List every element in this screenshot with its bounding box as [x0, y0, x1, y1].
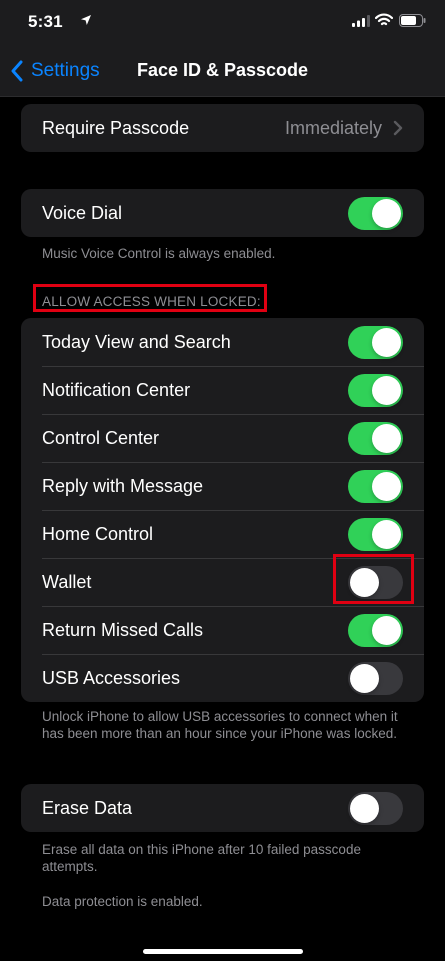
voice-dial-label: Voice Dial	[42, 202, 123, 223]
allow-access-header: ALLOW ACCESS WHEN LOCKED:	[42, 294, 261, 309]
locked-item-return-missed-calls: Return Missed Calls	[21, 606, 424, 654]
control-center-toggle[interactable]	[348, 422, 403, 455]
toggle-knob	[350, 664, 379, 693]
home-control-toggle[interactable]	[348, 518, 403, 551]
locked-item-control-center: Control Center	[21, 414, 424, 462]
wallet-label: Wallet	[42, 571, 92, 592]
wallet-toggle-highlight-box	[333, 554, 414, 604]
reply-with-message-label: Reply with Message	[42, 475, 204, 496]
today-view-toggle[interactable]	[348, 326, 403, 359]
erase-data-label: Erase Data	[42, 797, 133, 818]
chevron-right-icon	[393, 120, 403, 136]
require-passcode-value: Immediately	[284, 117, 382, 138]
today-view-label: Today View and Search	[42, 331, 231, 352]
return-missed-calls-toggle[interactable]	[348, 614, 403, 647]
usb-accessories-footer: Unlock iPhone to allow USB accessories t…	[42, 709, 398, 741]
require-passcode-label: Require Passcode	[42, 117, 190, 138]
navigation-bar: Settings Face ID & Passcode	[0, 44, 445, 97]
toggle-knob	[350, 794, 379, 823]
toggle-knob	[372, 376, 401, 405]
allow-access-group: Today View and Search Notification Cente…	[21, 318, 424, 702]
data-protection-note: Data protection is enabled.	[42, 894, 203, 909]
voice-dial-footer: Music Voice Control is always enabled.	[42, 246, 276, 261]
toggle-knob	[372, 199, 401, 228]
location-arrow-icon	[81, 15, 91, 25]
locked-item-today-view: Today View and Search	[21, 318, 424, 366]
voice-dial-toggle[interactable]	[348, 197, 403, 230]
voice-dial-group: Voice Dial	[21, 189, 424, 237]
page-title: Face ID & Passcode	[136, 60, 309, 80]
locked-item-reply-with-message: Reply with Message	[21, 462, 424, 510]
erase-data-toggle[interactable]	[348, 792, 403, 825]
usb-accessories-toggle[interactable]	[348, 662, 403, 695]
toggle-knob	[372, 328, 401, 357]
locked-item-notification-center: Notification Center	[21, 366, 424, 414]
home-control-label: Home Control	[42, 523, 154, 544]
cellular-signal-icon	[352, 15, 370, 27]
notification-center-toggle[interactable]	[348, 374, 403, 407]
toggle-knob	[372, 520, 401, 549]
control-center-label: Control Center	[42, 427, 160, 448]
require-passcode-group: Require Passcode Immediately	[21, 104, 424, 152]
require-passcode-row[interactable]: Require Passcode Immediately	[21, 104, 424, 152]
locked-item-home-control: Home Control	[21, 510, 424, 558]
toggle-knob	[372, 472, 401, 501]
voice-dial-row: Voice Dial	[21, 189, 424, 237]
return-missed-calls-label: Return Missed Calls	[42, 619, 204, 640]
battery-icon	[399, 14, 426, 27]
erase-data-row: Erase Data	[21, 784, 424, 832]
wifi-icon	[375, 13, 393, 26]
toggle-knob	[372, 616, 401, 645]
status-bar: 5:31	[0, 0, 445, 44]
notification-center-label: Notification Center	[42, 379, 191, 400]
home-indicator[interactable]	[143, 949, 303, 954]
reply-with-message-toggle[interactable]	[348, 470, 403, 503]
usb-accessories-label: USB Accessories	[42, 667, 181, 688]
toggle-knob	[372, 424, 401, 453]
erase-data-footer: Erase all data on this iPhone after 10 f…	[42, 842, 361, 874]
locked-item-usb-accessories: USB Accessories	[21, 654, 424, 702]
status-time: 5:31	[28, 12, 63, 31]
erase-data-group: Erase Data	[21, 784, 424, 832]
